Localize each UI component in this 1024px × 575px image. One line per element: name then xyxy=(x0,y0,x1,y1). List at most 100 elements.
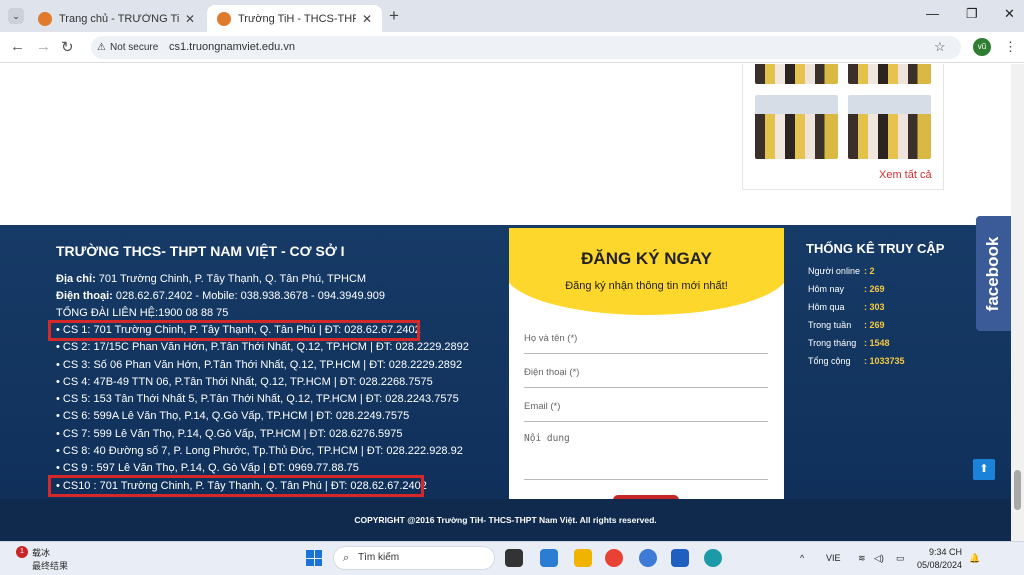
back-icon[interactable]: ← xyxy=(10,38,25,55)
close-window-icon[interactable]: ✕ xyxy=(1004,6,1015,22)
gallery-photo[interactable] xyxy=(755,95,838,159)
forward-icon[interactable]: → xyxy=(36,38,51,55)
form-subtitle: Đăng ký nhận thông tin mới nhất! xyxy=(565,280,728,292)
tab-strip: ⌄ Trang chủ - TRƯỜNG TiH- THCS ✕ Trường … xyxy=(0,0,1024,32)
site-favicon-icon xyxy=(217,11,231,26)
word-icon[interactable] xyxy=(671,549,689,567)
security-chip[interactable]: ⚠ Not secure xyxy=(97,40,158,55)
campus-item: • CS 8: 40 Đường số 7, P. Long Phước, Tp… xyxy=(56,445,463,457)
tab-title: Trang chủ - TRƯỜNG TiH- THCS xyxy=(59,12,179,25)
school-title: TRƯỜNG THCS- THPT NAM VIỆT - CƠ SỞ I xyxy=(56,243,345,259)
campus-item: • CS 7: 599 Lê Văn Thọ, P.14, Q.Gò Vấp, … xyxy=(56,428,403,440)
security-label: Not secure xyxy=(109,42,159,53)
browser-menu-icon[interactable]: ⋮ xyxy=(1004,39,1017,55)
stat-value: : 1033735 xyxy=(864,356,905,366)
taskbar-search[interactable]: ⌕ Tìm kiếm xyxy=(333,546,495,570)
stat-label: Tổng cộng xyxy=(808,356,851,366)
stats-title: THỐNG KÊ TRUY CẬP xyxy=(806,241,945,256)
edge-icon[interactable] xyxy=(704,549,722,567)
stat-label: Trong tuần xyxy=(808,320,852,330)
stat-row: Tổng cộng : 1033735 xyxy=(808,356,905,366)
campus-item: • CS 6: 599A Lê Văn Thọ, P.14, Q.Gò Vấp,… xyxy=(56,410,410,422)
taskbar-clock[interactable]: 9:34 CH 05/08/2024 xyxy=(916,546,962,572)
address-line: Địa chỉ: 701 Trường Chinh, P. Tây Thạnh,… xyxy=(56,273,366,285)
notification-bell-icon[interactable]: 🔔 xyxy=(969,553,980,564)
copyright-text: COPYRIGHT @2016 Trường TiH- THCS-THPT Na… xyxy=(0,499,1011,541)
weather-widget[interactable]: 1 载冰 最终结果 xyxy=(16,546,68,572)
page-scrollbar[interactable] xyxy=(1011,64,1024,541)
form-title: ĐĂNG KÝ NGAY xyxy=(581,249,712,268)
email-field[interactable]: Email (*) xyxy=(524,401,768,422)
close-tab-icon[interactable]: ✕ xyxy=(362,12,372,26)
mail-icon[interactable] xyxy=(540,549,558,567)
stat-label: Người online xyxy=(808,266,860,276)
bookmark-star-icon[interactable]: ☆ xyxy=(934,39,946,55)
weather-badge: 1 xyxy=(16,546,28,558)
stat-value: : 269 xyxy=(864,320,885,330)
clock-date: 05/08/2024 xyxy=(916,560,962,570)
chrome-icon[interactable] xyxy=(605,549,623,567)
battery-icon[interactable]: ▭ xyxy=(896,553,905,564)
tab-home[interactable]: Trang chủ - TRƯỜNG TiH- THCS ✕ xyxy=(28,5,205,32)
url-text[interactable]: cs1.truongnamviet.edu.vn xyxy=(169,41,295,53)
scroll-thumb[interactable] xyxy=(1014,470,1021,510)
content-textarea[interactable]: Nội dung xyxy=(524,433,768,480)
page-content: Xem tất cả TRƯỜNG THCS- THPT NAM VIỆT - … xyxy=(0,64,1011,541)
highlight-box xyxy=(48,320,420,341)
phone-text: 028.62.67.2402 - Mobile: 038.938.3678 - … xyxy=(112,290,386,302)
gallery-photo[interactable] xyxy=(848,64,931,84)
language-indicator[interactable]: VIE xyxy=(826,553,841,563)
stat-row: Hôm qua: 303 xyxy=(808,302,885,312)
restore-icon[interactable]: ❐ xyxy=(966,6,978,22)
name-field[interactable]: Họ và tên (*) xyxy=(524,333,768,354)
wifi-icon[interactable]: ≋ xyxy=(858,553,866,564)
gallery-photo[interactable] xyxy=(848,95,931,159)
facebook-tab[interactable]: facebook xyxy=(976,216,1011,331)
highlight-box xyxy=(48,475,424,497)
tab-list-button[interactable]: ⌄ xyxy=(8,8,24,24)
task-view-icon[interactable] xyxy=(505,549,523,567)
stat-value: : 2 xyxy=(864,266,875,276)
address-label: Địa chỉ: xyxy=(56,273,96,285)
stat-row: Trong tháng : 1548 xyxy=(808,338,890,348)
campus-item: • CS 4: 47B-49 TTN 06, P.Tân Thới Nhất, … xyxy=(56,376,433,388)
taskbar: 1 载冰 最终结果 ⌕ Tìm kiếm ^ VIE ≋ ◁) ▭ 9:34 CH… xyxy=(0,541,1024,575)
scroll-top-button[interactable]: ⬆ xyxy=(973,459,995,480)
stat-label: Trong tháng xyxy=(808,338,857,348)
phone-line: Điện thoại: 028.62.67.2402 - Mobile: 038… xyxy=(56,290,385,302)
facebook-label: facebook xyxy=(983,236,1002,312)
address-text: 701 Trường Chinh, P. Tây Thạnh, Q. Tân P… xyxy=(95,273,367,285)
browser-toolbar: ← → ↻ ⚠ Not secure cs1.truongnamviet.edu… xyxy=(0,32,1024,63)
stat-value: : 303 xyxy=(864,302,885,312)
campus-item: • CS 2: 17/15C Phan Văn Hớn, P.Tân Thới … xyxy=(56,341,469,353)
tray-chevron-icon[interactable]: ^ xyxy=(800,553,804,563)
search-icon: ⌕ xyxy=(343,552,350,564)
see-all-link[interactable]: Xem tất cả xyxy=(879,169,932,181)
stat-row: Người online : 2 xyxy=(808,266,875,276)
file-explorer-icon[interactable] xyxy=(574,549,592,567)
close-tab-icon[interactable]: ✕ xyxy=(185,12,195,26)
volume-icon[interactable]: ◁) xyxy=(874,553,884,564)
tab-active[interactable]: Trường TiH - THCS-THPT Nam V ✕ xyxy=(207,5,382,32)
weather-title: 载冰 xyxy=(32,548,51,558)
phone-label: Điện thoại: xyxy=(56,290,113,302)
site-footer: TRƯỜNG THCS- THPT NAM VIỆT - CƠ SỞ I Địa… xyxy=(0,216,1011,499)
profile-avatar[interactable]: vũ xyxy=(973,38,991,56)
address-bar[interactable]: ⚠ Not secure cs1.truongnamviet.edu.vn ☆ xyxy=(91,36,961,59)
phone-field[interactable]: Điện thoại (*) xyxy=(524,367,768,388)
new-tab-button[interactable]: + xyxy=(389,6,399,26)
search-placeholder: Tìm kiếm xyxy=(358,552,400,563)
reload-icon[interactable]: ↻ xyxy=(61,38,74,56)
clock-time: 9:34 CH xyxy=(928,547,962,557)
form-header xyxy=(509,228,784,315)
windows-start-icon[interactable] xyxy=(306,550,322,566)
campus-item: • CS 5: 153 Tân Thới Nhất 5, P.Tân Thới … xyxy=(56,393,459,405)
gallery-photo[interactable] xyxy=(755,64,838,84)
campus-item: • CS 3: Số 06 Phan Văn Hớn, P.Tân Thới N… xyxy=(56,359,463,371)
stat-label: Hôm nay xyxy=(808,284,845,294)
minimize-icon[interactable]: — xyxy=(926,6,939,21)
stat-row: Hôm nay: 269 xyxy=(808,284,885,294)
app-icon[interactable] xyxy=(639,549,657,567)
stat-value: : 1548 xyxy=(864,338,890,348)
campus-item: • CS 9 : 597 Lê Văn Thọ, P.14, Q. Gò Vấp… xyxy=(56,462,359,474)
